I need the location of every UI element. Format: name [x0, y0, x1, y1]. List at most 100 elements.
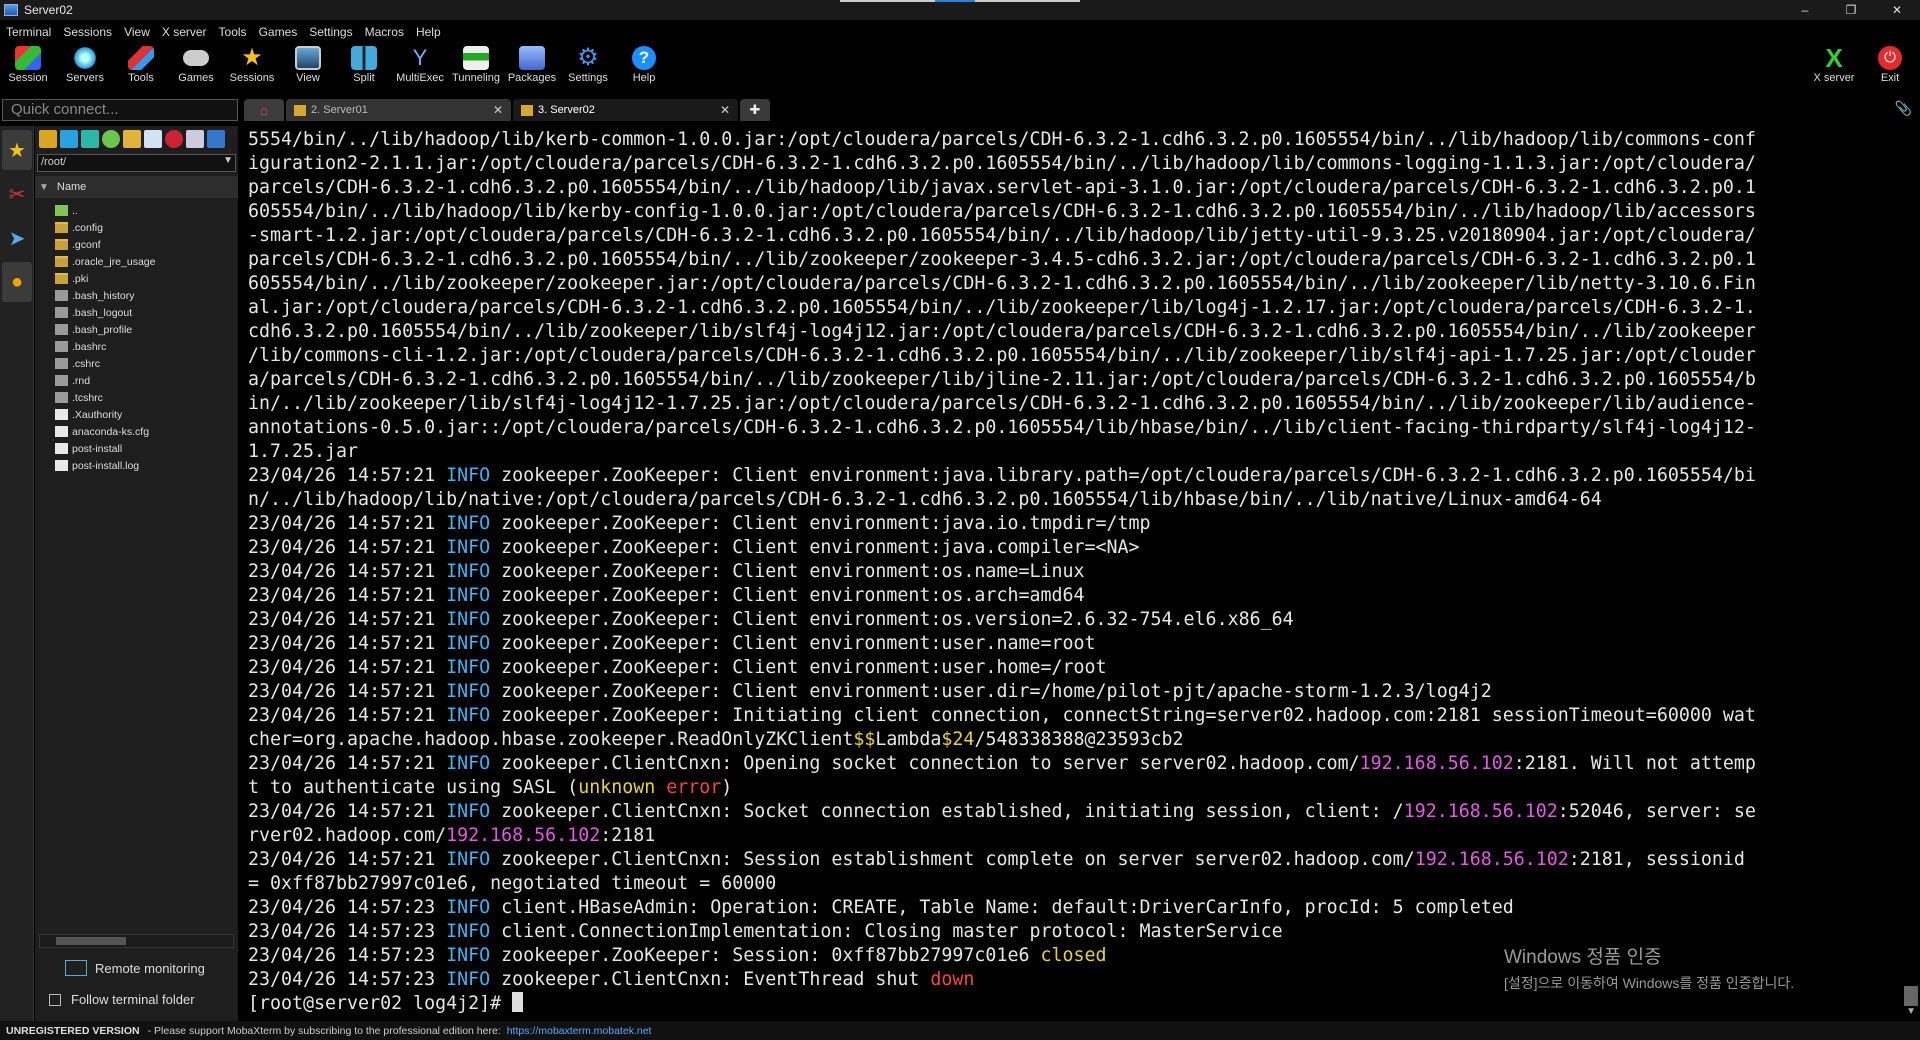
menu-help[interactable]: Help	[410, 25, 447, 39]
terminal-line: [root@server02 log4j2]#	[248, 992, 1892, 1016]
minimize-button[interactable]: –	[1782, 0, 1828, 20]
new-folder-icon[interactable]	[123, 130, 141, 148]
tab-server01[interactable]: 2. Server01 ✕	[286, 99, 511, 121]
tools-tab-icon[interactable]: ✂	[2, 174, 32, 214]
packages-button[interactable]: Packages	[504, 42, 560, 92]
log-timestamp: 23/04/26 14:57:23	[248, 969, 447, 990]
close-button[interactable]: ✕	[1874, 0, 1920, 20]
list-item[interactable]: ..	[55, 202, 238, 219]
sidebar-vertical-tabs: ★ ✂ ➤ ●	[0, 126, 34, 1021]
download-icon[interactable]	[60, 130, 78, 148]
title-bar: Server02 – ❐ ✕	[0, 0, 1920, 20]
checkbox-box[interactable]	[49, 993, 61, 1006]
log-continuation-part: cher=org.apache.hadoop.hbase.zookeeper.R…	[248, 729, 854, 750]
tab-server02[interactable]: 3. Server02 ✕	[513, 99, 738, 121]
help-button[interactable]: ? Help	[616, 42, 672, 92]
mobaxterm-link[interactable]: https://mobaxterm.mobatek.net	[507, 1025, 652, 1037]
menu-settings[interactable]: Settings	[303, 25, 358, 39]
scroll-down-arrow-icon[interactable]: ▼	[1906, 1006, 1916, 1017]
folder-icon	[55, 273, 68, 284]
new-file-icon[interactable]	[144, 130, 162, 148]
list-item[interactable]: post-install	[55, 440, 238, 457]
new-tab-button[interactable]: ✚	[740, 99, 770, 121]
log-message: zookeeper.ZooKeeper: Client environment:…	[490, 585, 1085, 606]
list-item[interactable]: .oracle_jre_usage	[55, 253, 238, 270]
split-button[interactable]: Split	[336, 42, 392, 92]
sftp-path-input[interactable]: /root/ ▼	[37, 154, 236, 172]
menu-tools[interactable]: Tools	[213, 25, 253, 39]
terminal-scrollbar-thumb[interactable]	[1904, 986, 1918, 1006]
collapse-triangle-icon: ▼	[39, 181, 49, 193]
log-level: INFO	[446, 969, 491, 990]
close-tab-server02-icon[interactable]: ✕	[720, 103, 730, 117]
log-message: zookeeper.ZooKeeper: Initiating client c…	[490, 705, 1756, 726]
list-item[interactable]: .config	[55, 219, 238, 236]
terminal-line: in/../lib/zookeeper/lib/slf4j-log4j12-1.…	[248, 392, 1892, 416]
sftp-tab-icon[interactable]: ➤	[2, 218, 32, 258]
menu-terminal[interactable]: Terminal	[0, 25, 57, 39]
menu-macros[interactable]: Macros	[359, 25, 410, 39]
tunneling-button[interactable]: Tunneling	[448, 42, 504, 92]
remote-monitoring-button[interactable]: Remote monitoring	[65, 960, 205, 976]
list-item[interactable]: .cshrc	[55, 355, 238, 372]
macros-tab-icon[interactable]: ●	[2, 262, 32, 302]
list-item[interactable]: .Xauthority	[55, 406, 238, 423]
games-button[interactable]: Games	[168, 42, 224, 92]
file-icon	[55, 341, 68, 352]
log-message: zookeeper.ZooKeeper: Client environment:…	[490, 537, 1140, 558]
menu-games[interactable]: Games	[253, 25, 304, 39]
list-item[interactable]: anaconda-ks.cfg	[55, 423, 238, 440]
upload-icon[interactable]	[81, 130, 99, 148]
terminal-output[interactable]: 5554/bin/../lib/hadoop/lib/kerb-common-1…	[240, 122, 1900, 1020]
classpath-text: 605554/bin/../lib/hadoop/lib/kerby-confi…	[248, 201, 1756, 222]
sessions-button[interactable]: ★ Sessions	[224, 42, 280, 92]
xserver-button[interactable]: X X server	[1806, 42, 1862, 92]
status-bar: UNREGISTERED VERSION - Please support Mo…	[0, 1021, 1920, 1040]
tab-home[interactable]: ⌂	[244, 99, 284, 121]
menu-xserver[interactable]: X server	[156, 25, 213, 39]
quick-connect-input[interactable]: Quick connect...	[2, 99, 238, 121]
log-timestamp: 23/04/26 14:57:21	[248, 465, 447, 486]
open-folder-icon[interactable]	[39, 130, 57, 148]
list-item[interactable]: .bash_history	[55, 287, 238, 304]
list-item[interactable]: .bash_profile	[55, 321, 238, 338]
close-tab-server01-icon[interactable]: ✕	[493, 103, 503, 117]
follow-icon[interactable]	[207, 130, 225, 148]
menu-sessions[interactable]: Sessions	[57, 25, 118, 39]
log-level: INFO	[446, 585, 491, 606]
list-item[interactable]: .pki	[55, 270, 238, 287]
list-item[interactable]: .bashrc	[55, 338, 238, 355]
file-list-header[interactable]: ▼ Name	[35, 176, 238, 198]
terminal-line: 23/04/26 14:57:23 INFO client.Connection…	[248, 920, 1892, 944]
list-item[interactable]: .tcshrc	[55, 389, 238, 406]
multiexec-button[interactable]: Y MultiExec	[392, 42, 448, 92]
servers-button[interactable]: Servers	[57, 42, 113, 92]
settings-button[interactable]: ⚙ Settings	[560, 42, 616, 92]
log-message: client.HBaseAdmin: Operation: CREATE, Ta…	[490, 897, 1514, 918]
terminal-line: cher=org.apache.hadoop.hbase.zookeeper.R…	[248, 728, 1892, 752]
sftp-sidebar: /root/ ▼ ▼ Name .. .config .gconf .oracle_j…	[35, 126, 238, 1021]
sftp-path-value: /root/	[41, 156, 67, 168]
sessions-star-tab-icon[interactable]: ★	[2, 130, 32, 170]
list-item[interactable]: .gconf	[55, 236, 238, 253]
list-item[interactable]: post-install.log	[55, 457, 238, 474]
refresh-icon[interactable]	[102, 130, 120, 148]
file-icon	[55, 426, 68, 437]
restore-button[interactable]: ❐	[1828, 0, 1874, 20]
view-button[interactable]: View	[280, 42, 336, 92]
sidebar-horizontal-scrollbar[interactable]	[39, 934, 234, 948]
chevron-down-icon[interactable]: ▼	[223, 155, 233, 166]
delete-icon[interactable]	[165, 130, 183, 148]
menu-view[interactable]: View	[118, 25, 156, 39]
exit-button[interactable]: ⏻ Exit	[1862, 42, 1918, 92]
attach-icon[interactable]: 📎	[1895, 100, 1912, 117]
list-item[interactable]: .rnd	[55, 372, 238, 389]
list-item[interactable]: .bash_logout	[55, 304, 238, 321]
session-button[interactable]: Session	[0, 42, 56, 92]
follow-terminal-folder-checkbox[interactable]: Follow terminal folder	[49, 992, 195, 1007]
rename-icon[interactable]	[186, 130, 204, 148]
log-level: INFO	[446, 897, 491, 918]
terminal-line: 5554/bin/../lib/hadoop/lib/kerb-common-1…	[248, 128, 1892, 152]
terminal-line: rver02.hadoop.com/192.168.56.102:2181	[248, 824, 1892, 848]
tools-button[interactable]: Tools	[113, 42, 169, 92]
